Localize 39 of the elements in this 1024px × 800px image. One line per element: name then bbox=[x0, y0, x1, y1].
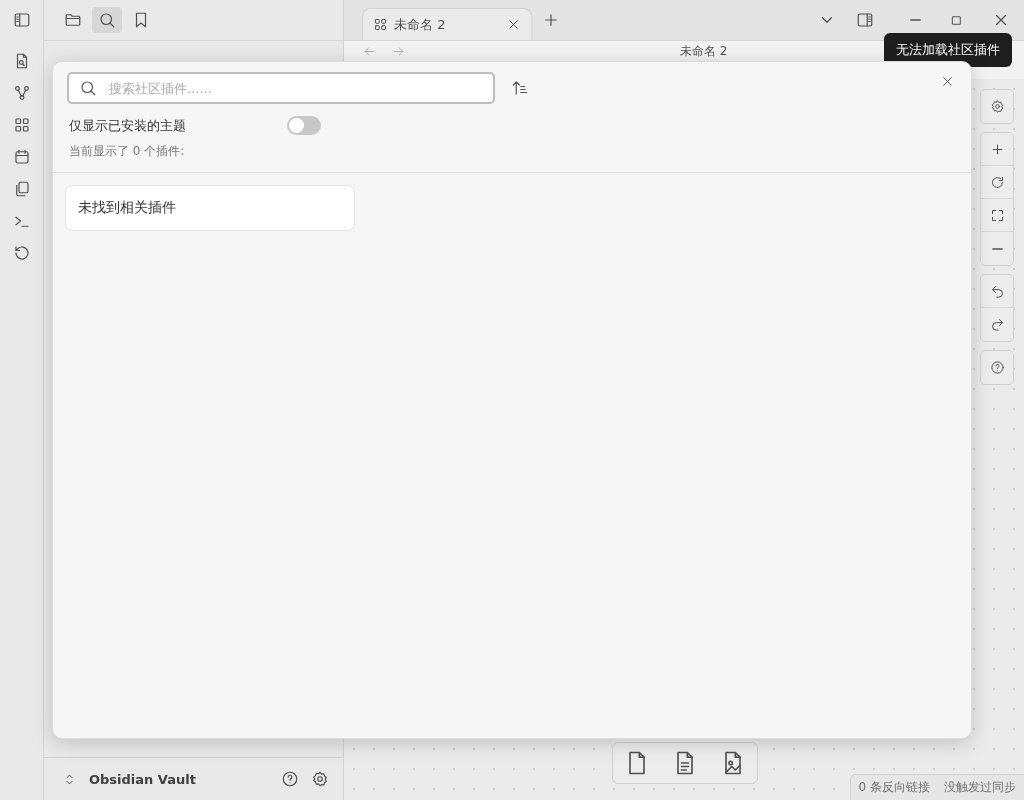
fullscreen-icon bbox=[989, 207, 1005, 223]
empty-message: 未找到相关插件 bbox=[65, 185, 355, 231]
close-icon[interactable] bbox=[506, 17, 521, 32]
undo-icon bbox=[989, 283, 1005, 299]
minus-icon bbox=[991, 247, 1003, 250]
help-button[interactable] bbox=[981, 351, 1013, 384]
toggle-switch[interactable] bbox=[287, 116, 321, 135]
right-sidebar-icon[interactable] bbox=[856, 11, 874, 29]
tab-title: 未命名 2 bbox=[394, 15, 447, 34]
grid-icon[interactable] bbox=[12, 116, 31, 134]
undo-button[interactable] bbox=[981, 275, 1013, 308]
history-icon[interactable] bbox=[12, 244, 31, 262]
folder-icon[interactable] bbox=[64, 11, 82, 29]
graph-icon[interactable] bbox=[12, 84, 31, 102]
settings-button[interactable] bbox=[981, 90, 1013, 123]
result-count: 当前显示了 0 个插件: bbox=[53, 135, 971, 173]
sort-icon[interactable] bbox=[511, 79, 529, 97]
vault-name[interactable]: Obsidian Vault bbox=[89, 771, 269, 787]
help-icon[interactable] bbox=[281, 770, 299, 788]
search-field[interactable]: 搜索社区插件...... bbox=[67, 72, 495, 104]
grid-icon bbox=[373, 17, 388, 32]
calendar-icon[interactable] bbox=[12, 148, 31, 166]
help-icon bbox=[989, 360, 1005, 375]
view-title: 未命名 2 bbox=[680, 44, 728, 59]
close-icon[interactable] bbox=[940, 74, 955, 89]
tab[interactable]: 未命名 2 bbox=[362, 8, 532, 40]
settings-icon bbox=[989, 99, 1005, 114]
settings-icon[interactable] bbox=[311, 770, 329, 788]
status-text: 没触发过同步 bbox=[944, 779, 1016, 796]
search-icon bbox=[79, 79, 97, 97]
plus-icon bbox=[989, 141, 1005, 157]
rotate-icon bbox=[989, 174, 1005, 190]
plus-icon[interactable] bbox=[542, 11, 560, 29]
search-input[interactable]: 搜索社区插件...... bbox=[107, 79, 483, 97]
toggle-label: 仅显示已安装的主题 bbox=[69, 116, 187, 135]
search-icon[interactable] bbox=[98, 11, 116, 29]
redo-icon bbox=[989, 317, 1005, 332]
sidebar-toggle-icon[interactable] bbox=[12, 11, 31, 29]
status-text: 0 条反向链接 bbox=[858, 779, 930, 796]
